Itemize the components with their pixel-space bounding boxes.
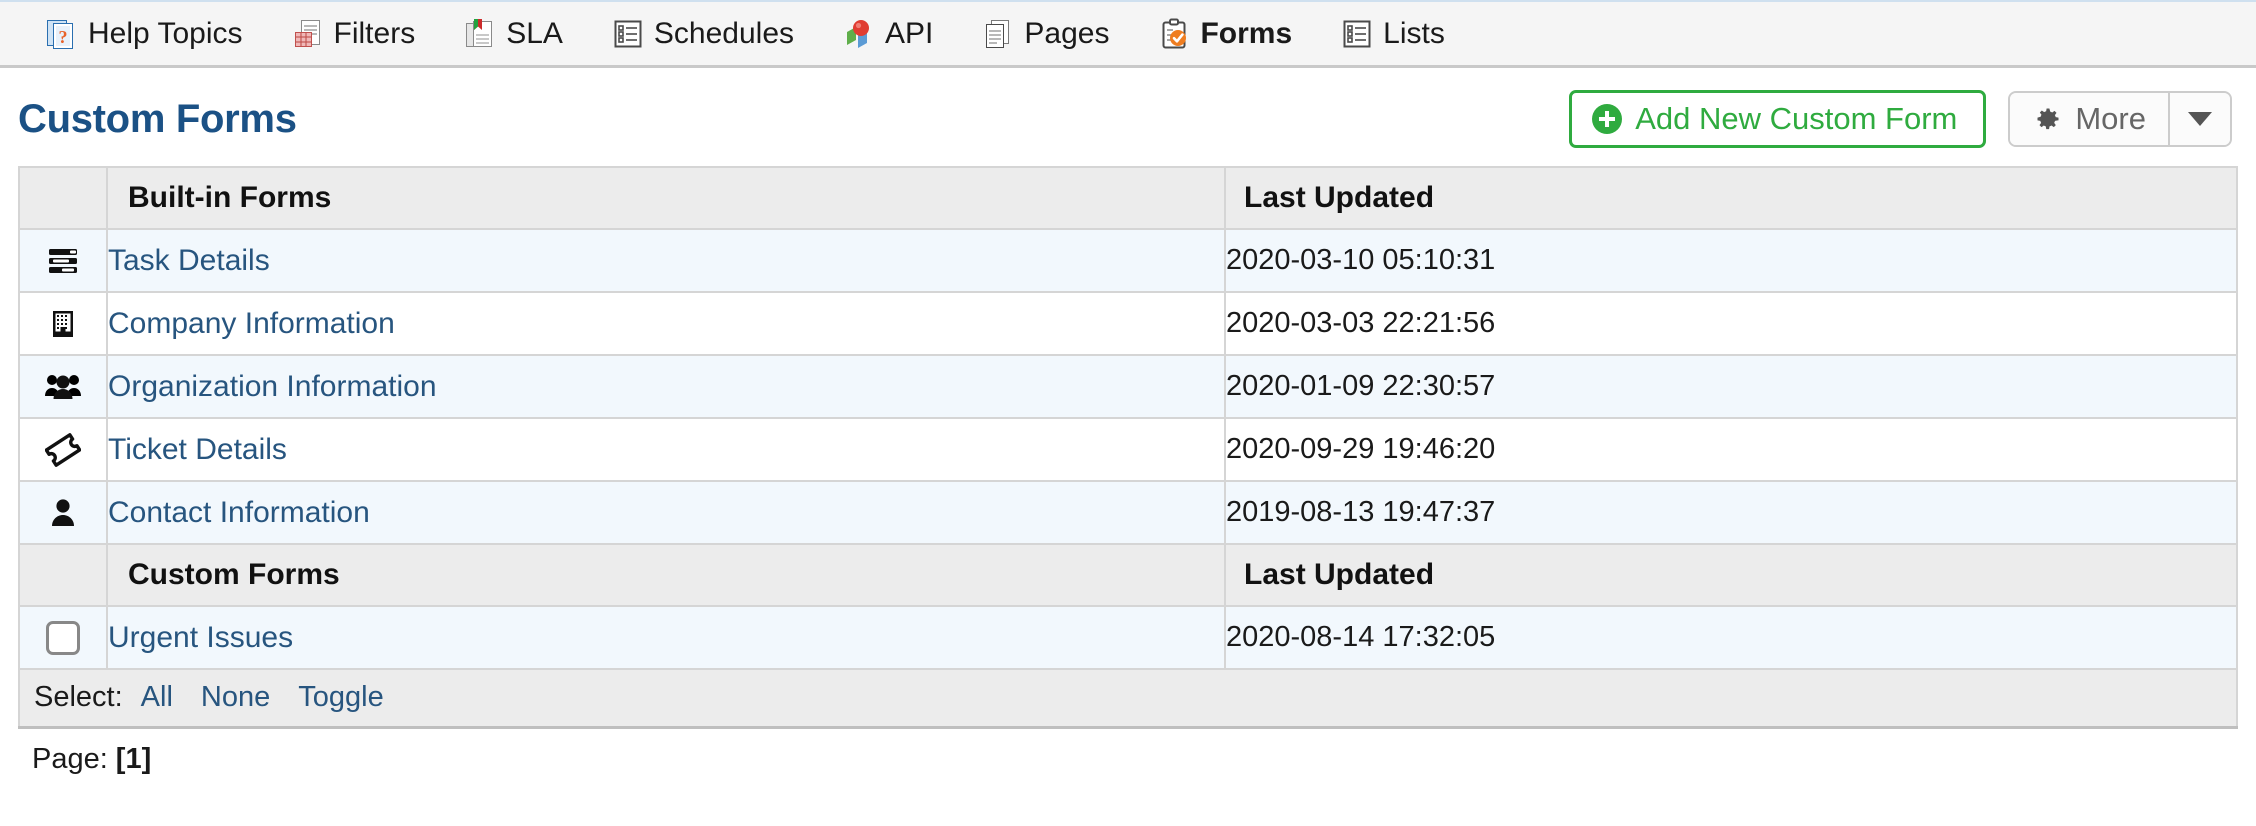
select-toolbar: Select: All None Toggle	[34, 681, 2236, 714]
tab-label: API	[885, 19, 933, 49]
lists-icon	[1342, 18, 1372, 50]
tab-schedules[interactable]: Schedules	[588, 2, 819, 65]
row-icon-cell	[19, 229, 107, 292]
section-nav-tabbar: ? Help Topics Filters	[0, 0, 2256, 68]
form-link[interactable]: Contact Information	[108, 496, 370, 529]
chevron-down-icon	[2188, 112, 2212, 126]
forms-table-container: Built-in Forms Last Updated T	[0, 166, 2256, 729]
tab-filters[interactable]: Filters	[268, 2, 441, 65]
tab-label: Filters	[334, 19, 416, 49]
row-icon-cell	[19, 481, 107, 544]
svg-text:?: ?	[59, 27, 68, 47]
tab-sla[interactable]: SLA	[440, 2, 588, 65]
tab-lists[interactable]: Lists	[1317, 2, 1470, 65]
table-row[interactable]: Contact Information 2019-08-13 19:47:37	[19, 481, 2237, 544]
select-toolbar-cell: Select: All None Toggle	[19, 669, 2237, 727]
select-all-link[interactable]: All	[141, 681, 173, 714]
task-list-icon	[45, 245, 81, 277]
form-name-cell: Company Information	[107, 292, 1225, 355]
tab-label: Forms	[1200, 19, 1292, 49]
row-icon-cell	[19, 355, 107, 418]
page-title: Custom Forms	[18, 99, 297, 139]
form-link[interactable]: Organization Information	[108, 370, 437, 403]
more-button[interactable]: More	[2010, 93, 2168, 145]
more-dropdown-toggle[interactable]	[2168, 93, 2230, 145]
table-row[interactable]: Company Information 2020-03-03 22:21:56	[19, 292, 2237, 355]
header-custom-forms: Custom Forms	[107, 544, 1225, 606]
table-row[interactable]: Task Details 2020-03-10 05:10:31	[19, 229, 2237, 292]
help-topics-icon: ?	[47, 18, 77, 50]
row-icon-cell	[19, 292, 107, 355]
forms-icon	[1159, 18, 1189, 50]
sla-icon	[465, 18, 495, 50]
page-label: Page:	[32, 743, 108, 775]
select-label: Select:	[34, 681, 123, 714]
builtin-forms-header: Built-in Forms Last Updated	[19, 167, 2237, 229]
tab-forms[interactable]: Forms	[1134, 2, 1317, 65]
tab-help-topics[interactable]: ? Help Topics	[22, 2, 268, 65]
last-updated-cell: 2020-01-09 22:30:57	[1225, 355, 2237, 418]
tab-pages[interactable]: Pages	[958, 2, 1134, 65]
tab-api[interactable]: API	[819, 2, 958, 65]
last-updated-cell: 2020-03-10 05:10:31	[1225, 229, 2237, 292]
page-number[interactable]: [1]	[116, 743, 151, 775]
builtin-forms-body: Task Details 2020-03-10 05:10:31	[19, 229, 2237, 727]
form-name-cell: Task Details	[107, 229, 1225, 292]
select-toolbar-row: Select: All None Toggle	[19, 669, 2237, 727]
schedules-icon	[613, 18, 643, 50]
page-header: Custom Forms Add New Custom Form More	[0, 68, 2256, 166]
table-header-row: Built-in Forms Last Updated	[19, 167, 2237, 229]
select-none-link[interactable]: None	[201, 681, 270, 714]
add-new-custom-form-button[interactable]: Add New Custom Form	[1569, 90, 1986, 148]
last-updated-cell: 2019-08-13 19:47:37	[1225, 481, 2237, 544]
select-toggle-link[interactable]: Toggle	[298, 681, 383, 714]
form-link[interactable]: Urgent Issues	[108, 621, 293, 654]
add-button-label: Add New Custom Form	[1635, 103, 1957, 134]
pagination-bar: Page:[1]	[0, 729, 2256, 776]
gear-icon	[2034, 105, 2062, 133]
last-updated-cell: 2020-03-03 22:21:56	[1225, 292, 2237, 355]
form-link[interactable]: Task Details	[108, 244, 270, 277]
form-name-cell: Organization Information	[107, 355, 1225, 418]
pages-icon	[983, 18, 1013, 50]
form-name-cell: Contact Information	[107, 481, 1225, 544]
tab-label: Lists	[1383, 19, 1445, 49]
row-checkbox-cell	[19, 606, 107, 669]
header-builtin-forms: Built-in Forms	[107, 167, 1225, 229]
header-icon-col	[19, 544, 107, 606]
tab-label: SLA	[506, 19, 563, 49]
row-select-checkbox[interactable]	[46, 621, 80, 655]
last-updated-cell: 2020-08-14 17:32:05	[1225, 606, 2237, 669]
more-button-label: More	[2075, 103, 2146, 134]
tab-label: Help Topics	[88, 19, 243, 49]
api-icon	[844, 18, 874, 50]
header-last-updated: Last Updated	[1225, 544, 2237, 606]
table-row[interactable]: Urgent Issues 2020-08-14 17:32:05	[19, 606, 2237, 669]
tab-label: Schedules	[654, 19, 794, 49]
user-icon	[50, 497, 76, 529]
last-updated-cell: 2020-09-29 19:46:20	[1225, 418, 2237, 481]
filters-icon	[293, 18, 323, 50]
ticket-icon	[45, 433, 81, 467]
forms-table: Built-in Forms Last Updated T	[18, 166, 2238, 729]
form-link[interactable]: Ticket Details	[108, 433, 287, 466]
users-group-icon	[44, 372, 82, 402]
header-last-updated: Last Updated	[1225, 167, 2237, 229]
more-button-group: More	[2008, 91, 2232, 147]
form-link[interactable]: Company Information	[108, 307, 395, 340]
header-icon-col	[19, 167, 107, 229]
building-icon	[48, 308, 78, 340]
tab-label: Pages	[1024, 19, 1109, 49]
custom-forms-header-row: Custom Forms Last Updated	[19, 544, 2237, 606]
table-row[interactable]: Ticket Details 2020-09-29 19:46:20	[19, 418, 2237, 481]
row-icon-cell	[19, 418, 107, 481]
form-name-cell: Urgent Issues	[107, 606, 1225, 669]
plus-circle-icon	[1592, 104, 1622, 134]
table-row[interactable]: Organization Information 2020-01-09 22:3…	[19, 355, 2237, 418]
form-name-cell: Ticket Details	[107, 418, 1225, 481]
